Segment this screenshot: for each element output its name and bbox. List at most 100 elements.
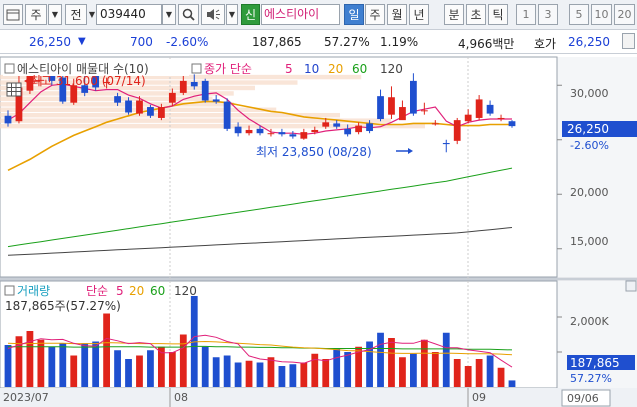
ma-legend-checkbox[interactable] [191, 63, 202, 74]
candle-body [136, 100, 143, 114]
candle-body [464, 114, 472, 122]
volume-bar [212, 357, 220, 387]
volume-bar [267, 357, 275, 387]
volume-bar [497, 367, 505, 387]
x-axis-bar [0, 388, 637, 407]
volume-bar [431, 352, 439, 387]
candle [453, 117, 461, 145]
volume-ma120-legend: 120 [174, 284, 197, 298]
candle-body [168, 92, 176, 103]
current-volume-pct-label: 57.27% [570, 372, 612, 385]
volume-bar [168, 352, 176, 387]
volume-bar [26, 331, 34, 387]
date-box-label: 09/06 [567, 392, 599, 405]
volume-bar [201, 346, 209, 387]
current-volume-axis-label: 187,865 [570, 356, 620, 370]
candle-body [179, 80, 187, 93]
table-grid-icon[interactable] [6, 82, 22, 97]
volume-bar [322, 359, 330, 387]
volume-bar [442, 332, 450, 387]
volume-legend-checkbox[interactable] [4, 285, 15, 296]
ma-legend-label: 종가 단순 [204, 62, 252, 76]
volume-bar [508, 380, 516, 387]
candle-body [212, 99, 220, 102]
candle-body [125, 100, 132, 113]
volume-bar [114, 350, 121, 387]
candle-body [245, 129, 253, 134]
volume-bar [333, 348, 341, 387]
candle [223, 98, 231, 132]
candle-body [256, 128, 264, 134]
volume-bar [245, 360, 253, 387]
legend-checkbox[interactable] [4, 63, 15, 74]
candle [201, 78, 209, 103]
volume-bar [388, 338, 395, 387]
x-label-08: 08 [174, 391, 188, 404]
candle-body [475, 99, 483, 118]
volume-bar [4, 345, 12, 387]
volume-bar [475, 359, 483, 387]
volume-bar [179, 334, 187, 387]
panel-expand-button[interactable] [625, 280, 637, 292]
candle-body [234, 126, 242, 134]
volume-bar [92, 341, 100, 387]
candle-body [311, 129, 319, 133]
volume-bar [278, 366, 286, 387]
volume-bar [234, 362, 242, 387]
volume-bar [377, 332, 384, 387]
current-price-axis-label: 26,250 [567, 122, 609, 136]
candle-body [366, 123, 373, 132]
volume-bar [81, 343, 89, 387]
candle-body [508, 121, 516, 127]
x-label-2023-07: 2023/07 [3, 391, 49, 404]
price-tick-15000: 15,000 [570, 235, 609, 248]
volume-bar [420, 339, 428, 387]
volume-bar [223, 355, 231, 387]
volume-bar [409, 353, 417, 387]
volume-bar [486, 355, 494, 387]
volume-value-label: 187,865주(57.27%) [5, 299, 121, 313]
ma120-legend: 120 [380, 62, 403, 76]
candle-body [322, 122, 330, 127]
candle-body [201, 80, 209, 101]
candle-body [399, 107, 406, 121]
ma20-legend: 20 [328, 62, 343, 76]
volume-bar [311, 353, 319, 387]
chart-canvas[interactable]: 에스티아이 매물대 수(10) 종가 단순 5 10 20 60 120 최고 … [0, 0, 637, 407]
candle-body [278, 132, 286, 135]
volume-bar [289, 364, 297, 387]
candle-body [157, 107, 165, 118]
volume-bar [70, 355, 78, 387]
volume-tick-2000k: 2,000K [570, 315, 609, 328]
candle-body [190, 81, 198, 87]
volume-bar [125, 359, 132, 387]
high-price-label: 최고 31,600 (07/14) [30, 74, 146, 88]
volume-bar [147, 350, 154, 387]
candle-body [114, 96, 121, 103]
volume-bar [464, 366, 472, 387]
volume-bar [256, 362, 264, 387]
candle-body [420, 110, 428, 112]
volume-bar [59, 343, 67, 387]
candle-body [486, 104, 494, 114]
candle-body [355, 125, 363, 133]
ma5-legend: 5 [285, 62, 293, 76]
candle-body [289, 134, 297, 137]
volume-bar [344, 352, 352, 387]
candle-body [344, 128, 352, 135]
low-price-label: 최저 23,850 (08/28) [256, 145, 372, 159]
candle-body [333, 123, 341, 127]
volume-bar [136, 355, 143, 387]
volume-ma60-legend: 60 [150, 284, 165, 298]
candle-body [497, 117, 505, 120]
x-label-09: 09 [472, 391, 486, 404]
candle-body [377, 96, 384, 120]
ma10-legend: 10 [304, 62, 319, 76]
candle-body [431, 123, 439, 125]
candle-body [267, 133, 275, 135]
volume-bar [103, 313, 111, 387]
candle-body [223, 101, 231, 129]
volume-bar [453, 359, 461, 387]
candle-body [409, 80, 417, 114]
candle-body [453, 120, 461, 141]
